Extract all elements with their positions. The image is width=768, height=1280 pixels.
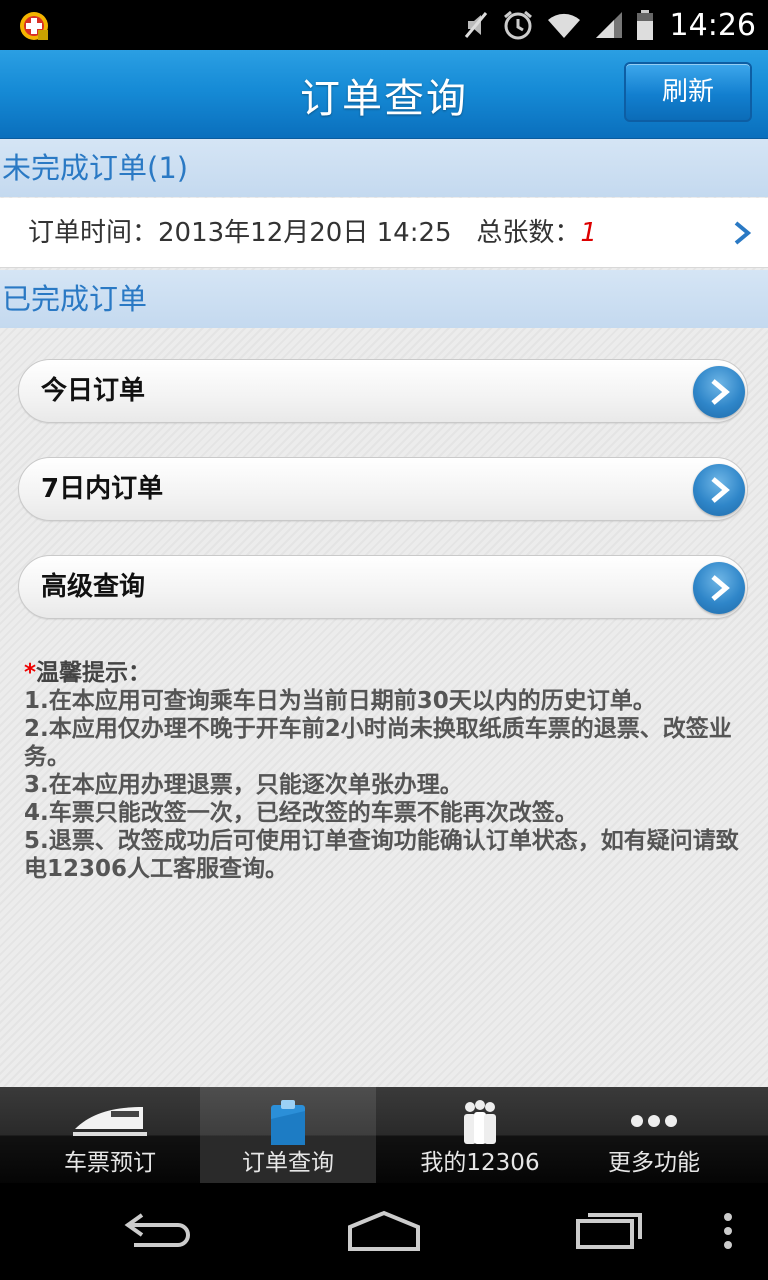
tab-my-12306[interactable]: 我的12306 (392, 1087, 568, 1183)
tab-order-query[interactable]: 订单查询 (200, 1087, 376, 1183)
status-time: 14:26 (669, 7, 756, 43)
people-icon (464, 1100, 496, 1144)
menu-item-label: 今日订单 (41, 376, 146, 406)
title-bar: 订单查询 刷新 (0, 50, 768, 140)
more-dots-icon (631, 1115, 677, 1127)
arrow-right-circle-icon (693, 366, 745, 418)
clipboard-icon (271, 1100, 305, 1145)
tip-line: 4.车票只能改签一次，已经改签的车票不能再次改签。 (24, 800, 578, 826)
order-count-label: 总张数： (476, 218, 581, 248)
pending-order-text: 订单时间：2013年12月20日 14:25 总张数：1 (28, 198, 597, 268)
battery-icon (636, 10, 653, 40)
tip-line: 2.本应用仅办理不晚于开车前2小时尚未换取纸质车票的退票、改签业务。 (24, 716, 732, 770)
home-icon[interactable] (346, 1205, 422, 1255)
tips-block: *温馨提示： 1.在本应用可查询乘车日为当前日期前30天以内的历史订单。 2.本… (24, 659, 744, 883)
tip-line: 5.退票、改签成功后可使用订单查询功能确认订单状态，如有疑问请致电12306人工… (24, 828, 739, 882)
order-time-value: 2013年12月20日 14:25 (158, 218, 452, 248)
mute-icon (464, 12, 487, 38)
bottom-tab-bar: 车票预订 订单查询 我的12306 更多功能 (0, 1087, 768, 1183)
week-orders-button[interactable]: 7日内订单 (18, 457, 748, 521)
tab-more-features[interactable]: 更多功能 (566, 1087, 742, 1183)
content-area: 未完成订单(1) 订单时间：2013年12月20日 14:25 总张数：1 已完… (0, 139, 768, 1087)
refresh-button[interactable]: 刷新 (624, 62, 752, 122)
tab-ticket-booking[interactable]: 车票预订 (22, 1087, 198, 1183)
pending-orders-header: 未完成订单(1) (0, 139, 768, 197)
arrow-right-circle-icon (693, 562, 745, 614)
order-count-value: 1 (580, 218, 597, 248)
tab-label: 车票预订 (64, 1150, 156, 1176)
tip-line: 1.在本应用可查询乘车日为当前日期前30天以内的历史订单。 (24, 688, 656, 714)
tab-label: 更多功能 (608, 1150, 700, 1176)
arrow-right-circle-icon (693, 464, 745, 516)
alarm-icon (503, 10, 532, 40)
chevron-right-icon (734, 221, 752, 245)
back-icon[interactable] (124, 1205, 194, 1255)
tips-title: *温馨提示： (24, 659, 744, 687)
system-nav-bar (0, 1183, 768, 1280)
completed-orders-header: 已完成订单 (0, 270, 768, 328)
status-icons: 14:26 (462, 6, 756, 44)
app-notification-icon (20, 12, 48, 40)
signal-icon (595, 12, 622, 38)
today-orders-button[interactable]: 今日订单 (18, 359, 748, 423)
menu-item-label: 高级查询 (41, 572, 146, 602)
pending-order-row[interactable]: 订单时间：2013年12月20日 14:25 总张数：1 (0, 198, 768, 268)
recent-apps-icon[interactable] (574, 1205, 646, 1255)
tip-line: 3.在本应用办理退票，只能逐次单张办理。 (24, 772, 463, 798)
advanced-search-button[interactable]: 高级查询 (18, 555, 748, 619)
tab-label: 我的12306 (420, 1150, 540, 1176)
wifi-icon (547, 13, 580, 38)
order-time-label: 订单时间： (28, 218, 159, 248)
overflow-menu-icon[interactable] (720, 1205, 736, 1255)
train-icon (73, 1107, 147, 1136)
menu-item-label: 7日内订单 (41, 474, 164, 504)
required-star: * (24, 660, 37, 686)
tips-title-text: 温馨提示： (36, 660, 152, 686)
tab-label: 订单查询 (242, 1150, 334, 1176)
status-bar: 14:26 (0, 0, 768, 50)
